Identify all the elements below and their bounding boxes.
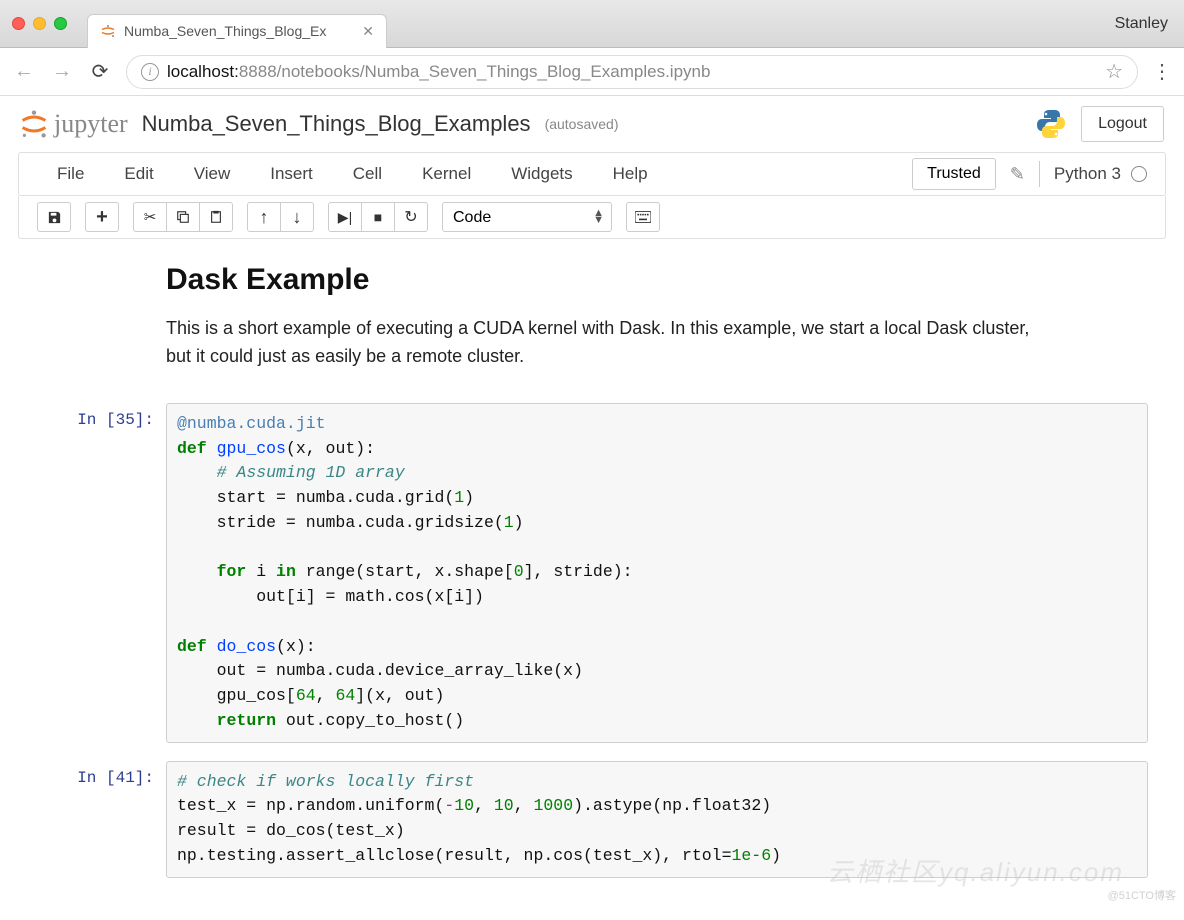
browser-tab[interactable]: Numba_Seven_Things_Blog_Ex ✕ [87,14,387,48]
back-button[interactable]: ← [12,60,36,83]
minimize-window-button[interactable] [33,17,46,30]
menu-help[interactable]: Help [593,164,668,184]
menubar: File Edit View Insert Cell Kernel Widget… [18,152,1166,196]
paragraph: This is a short example of executing a C… [166,315,1046,371]
paste-button[interactable] [199,202,233,232]
arrow-up-icon: ↑ [260,207,269,228]
window-title-bar: Numba_Seven_Things_Blog_Ex ✕ Stanley [0,0,1184,48]
stop-icon: ■ [374,209,382,225]
notebook-title[interactable]: Numba_Seven_Things_Blog_Examples [142,111,531,137]
keyboard-icon [635,211,651,223]
maximize-window-button[interactable] [54,17,67,30]
kernel-indicator[interactable]: Python 3 [1054,164,1147,184]
heading: Dask Example [166,263,1148,297]
code-input[interactable]: # check if works locally first test_x = … [166,761,1148,878]
save-button[interactable] [37,202,71,232]
run-button[interactable]: ▶| [328,202,362,232]
input-prompt: In [41]: [36,761,166,878]
watermark-51cto: @51CTO博客 [1108,887,1176,903]
menu-kernel[interactable]: Kernel [402,164,491,184]
copy-icon [176,210,190,224]
jupyter-logo-icon [20,110,48,138]
close-window-button[interactable] [12,17,25,30]
arrow-down-icon: ↓ [293,207,302,228]
menu-widgets[interactable]: Widgets [491,164,592,184]
restart-icon: ↻ [404,207,417,227]
menu-view[interactable]: View [174,164,251,184]
toolbar: + ✂ ↑ ↓ ▶| ■ ↻ Code ▲▼ [18,196,1166,239]
address-bar[interactable]: i localhost:8888/notebooks/Numba_Seven_T… [126,55,1138,89]
clipboard-icon [209,210,223,224]
jupyter-logo-text: jupyter [54,109,128,139]
restart-button[interactable]: ↻ [394,202,428,232]
insert-cell-button[interactable]: + [85,202,119,232]
menu-edit[interactable]: Edit [104,164,173,184]
notebook-cells: Dask Example This is a short example of … [0,239,1184,920]
code-cell-1[interactable]: In [35]: @numba.cuda.jit def gpu_cos(x, … [36,403,1148,743]
logout-button[interactable]: Logout [1081,106,1164,142]
cut-button[interactable]: ✂ [133,202,167,232]
kernel-name: Python 3 [1054,164,1121,184]
close-tab-icon[interactable]: ✕ [362,23,374,40]
chrome-profile-name[interactable]: Stanley [1115,15,1172,33]
menu-insert[interactable]: Insert [250,164,333,184]
floppy-disk-icon [47,210,62,225]
step-forward-icon: ▶| [338,209,352,226]
jupyter-favicon-icon [100,23,116,39]
pencil-icon[interactable]: ✎ [1010,164,1025,185]
tab-title: Numba_Seven_Things_Blog_Ex [124,23,326,39]
plus-icon: + [96,206,108,229]
forward-button[interactable]: → [50,60,74,83]
code-input[interactable]: @numba.cuda.jit def gpu_cos(x, out): # A… [166,403,1148,743]
interrupt-button[interactable]: ■ [361,202,395,232]
input-prompt: In [35]: [36,403,166,743]
autosave-status: (autosaved) [545,116,619,132]
move-up-button[interactable]: ↑ [247,202,281,232]
jupyter-logo[interactable]: jupyter [20,109,128,139]
browser-nav-bar: ← → ⟳ i localhost:8888/notebooks/Numba_S… [0,48,1184,96]
browser-menu-icon[interactable]: ⋮ [1152,59,1172,84]
markdown-cell[interactable]: Dask Example This is a short example of … [166,263,1148,371]
url-text: localhost:8888/notebooks/Numba_Seven_Thi… [167,62,710,82]
command-palette-button[interactable] [626,202,660,232]
refresh-button[interactable]: ⟳ [88,59,112,84]
scissors-icon: ✂ [144,208,157,226]
kernel-status-icon [1131,166,1147,182]
code-cell-2[interactable]: In [41]: # check if works locally first … [36,761,1148,878]
menu-file[interactable]: File [37,164,104,184]
bookmark-star-icon[interactable]: ☆ [1105,59,1123,84]
menu-cell[interactable]: Cell [333,164,402,184]
divider [1039,161,1040,187]
trusted-button[interactable]: Trusted [912,158,996,190]
site-info-icon[interactable]: i [141,63,159,81]
copy-button[interactable] [166,202,200,232]
traffic-lights [12,17,67,30]
move-down-button[interactable]: ↓ [280,202,314,232]
python-logo-icon [1035,108,1067,140]
cell-type-select[interactable]: Code [442,202,612,232]
jupyter-header: jupyter Numba_Seven_Things_Blog_Examples… [0,96,1184,152]
